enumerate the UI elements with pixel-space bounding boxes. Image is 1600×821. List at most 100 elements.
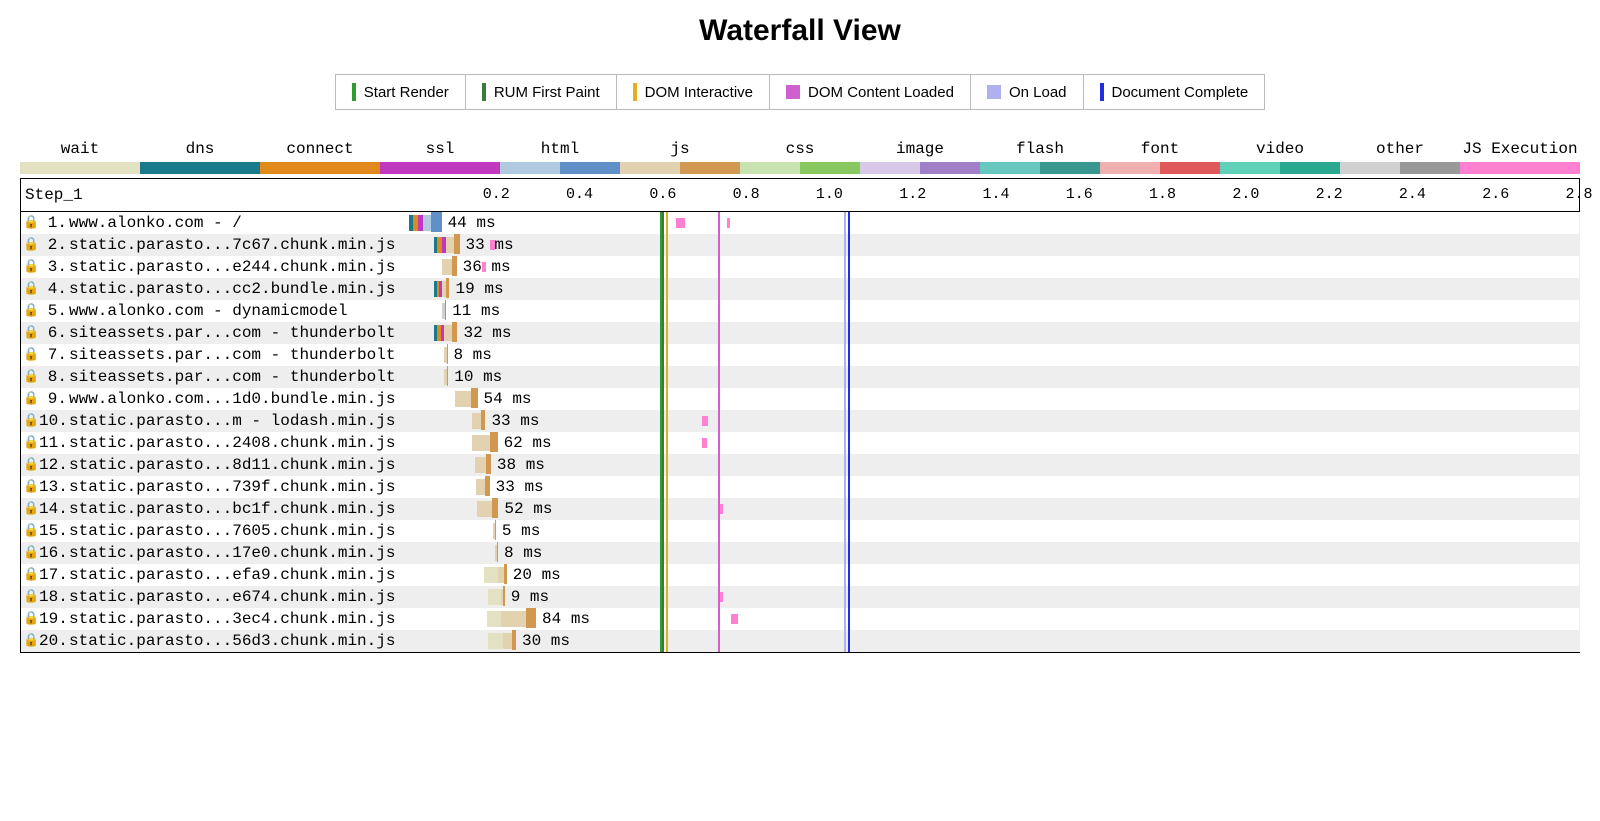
waterfall-row[interactable]: 🔒7. siteassets.par...com - thunderbolt8 … — [21, 344, 1579, 366]
axis-tick: 0.6 — [649, 179, 676, 211]
axis-tick: 0.8 — [733, 179, 760, 211]
mime-legend-swatch — [740, 162, 860, 174]
event-legend-on-load: On Load — [970, 75, 1083, 109]
request-timing-cell: 84 ms — [409, 608, 1579, 630]
request-label: static.parasto...cc2.bundle.min.js — [69, 278, 395, 300]
request-timing-cell: 44 ms — [409, 212, 1579, 234]
timing-segment — [501, 611, 526, 627]
request-label-cell: 🔒1. www.alonko.com - / — [21, 212, 409, 234]
duration-label: 30 ms — [522, 630, 570, 652]
waterfall-row[interactable]: 🔒8. siteassets.par...com - thunderbolt10… — [21, 366, 1579, 388]
lock-icon: 🔒 — [23, 234, 37, 256]
waterfall-row[interactable]: 🔒4. static.parasto...cc2.bundle.min.js19… — [21, 278, 1579, 300]
timing-bar — [477, 501, 499, 517]
timing-segment — [446, 237, 454, 253]
waterfall-row[interactable]: 🔒11. static.parasto...2408.chunk.min.js6… — [21, 432, 1579, 454]
timing-segment — [526, 608, 536, 628]
request-number: 4. — [39, 278, 67, 300]
waterfall-row[interactable]: 🔒16. static.parasto...17e0.chunk.min.js8… — [21, 542, 1579, 564]
timing-bar — [442, 259, 457, 275]
request-label-cell: 🔒3. static.parasto...e244.chunk.min.js — [21, 256, 409, 278]
event-legend-dom-content-loaded: DOM Content Loaded — [769, 75, 970, 109]
mime-legend-connect: connect — [260, 140, 380, 174]
request-label: static.parasto...bc1f.chunk.min.js — [69, 498, 395, 520]
mime-legend-flash: flash — [980, 140, 1100, 174]
mime-legend-js: js — [620, 140, 740, 174]
request-timing-cell: 9 ms — [409, 586, 1579, 608]
timing-segment — [446, 278, 450, 298]
timing-segment — [476, 479, 485, 495]
timing-segment — [512, 630, 516, 650]
waterfall-row[interactable]: 🔒5. www.alonko.com - dynamicmodel11 ms — [21, 300, 1579, 322]
axis-tick: 1.2 — [899, 179, 926, 211]
request-label-cell: 🔒17. static.parasto...efa9.chunk.min.js — [21, 564, 409, 586]
mime-legend-swatch — [500, 162, 620, 174]
timing-segment — [471, 388, 478, 408]
legend-label: RUM First Paint — [494, 84, 600, 101]
waterfall-row[interactable]: 🔒9. www.alonko.com...1d0.bundle.min.js54… — [21, 388, 1579, 410]
waterfall-row[interactable]: 🔒13. static.parasto...739f.chunk.min.js3… — [21, 476, 1579, 498]
request-number: 1. — [39, 212, 67, 234]
duration-label: 9 ms — [511, 586, 549, 608]
lock-icon: 🔒 — [23, 388, 37, 410]
duration-label: 52 ms — [504, 498, 552, 520]
event-legend-start-render: Start Render — [336, 75, 465, 109]
timing-bar — [455, 391, 478, 407]
request-label: static.parasto...56d3.chunk.min.js — [69, 630, 395, 652]
request-label-cell: 🔒4. static.parasto...cc2.bundle.min.js — [21, 278, 409, 300]
request-number: 11. — [39, 432, 67, 454]
request-number: 3. — [39, 256, 67, 278]
request-number: 18. — [39, 586, 67, 608]
waterfall-row[interactable]: 🔒15. static.parasto...7605.chunk.min.js5… — [21, 520, 1579, 542]
request-number: 6. — [39, 322, 67, 344]
lock-icon: 🔒 — [23, 322, 37, 344]
request-label: www.alonko.com - / — [69, 212, 242, 234]
timing-segment — [488, 589, 501, 605]
timing-bar — [475, 457, 491, 473]
request-label: static.parasto...7c67.chunk.min.js — [69, 234, 395, 256]
request-number: 2. — [39, 234, 67, 256]
axis-tick: 2.4 — [1399, 179, 1426, 211]
waterfall-row[interactable]: 🔒17. static.parasto...efa9.chunk.min.js2… — [21, 564, 1579, 586]
step-label: Step_1 — [21, 179, 413, 211]
waterfall-row[interactable]: 🔒1. www.alonko.com - /44 ms — [21, 212, 1579, 234]
waterfall-chart: Step_1 0.20.40.60.81.01.21.41.61.82.02.2… — [20, 178, 1580, 653]
timing-segment — [497, 542, 498, 562]
waterfall-row[interactable]: 🔒18. static.parasto...e674.chunk.min.js9… — [21, 586, 1579, 608]
mime-legend-swatch — [620, 162, 740, 174]
timing-segment — [444, 325, 452, 341]
lock-icon: 🔒 — [23, 366, 37, 388]
timing-segment — [503, 586, 504, 606]
waterfall-row[interactable]: 🔒19. static.parasto...3ec4.chunk.min.js8… — [21, 608, 1579, 630]
mime-legend-swatch — [1460, 162, 1580, 174]
waterfall-row[interactable]: 🔒2. static.parasto...7c67.chunk.min.js33… — [21, 234, 1579, 256]
axis-tick: 2.0 — [1232, 179, 1259, 211]
duration-label: 62 ms — [504, 432, 552, 454]
waterfall-row[interactable]: 🔒3. static.parasto...e244.chunk.min.js36… — [21, 256, 1579, 278]
request-number: 13. — [39, 476, 67, 498]
legend-swatch — [633, 83, 637, 101]
request-label-cell: 🔒8. siteassets.par...com - thunderbolt — [21, 366, 409, 388]
waterfall-row[interactable]: 🔒10. static.parasto...m - lodash.min.js3… — [21, 410, 1579, 432]
lock-icon: 🔒 — [23, 256, 37, 278]
mime-legend-swatch — [260, 162, 380, 174]
duration-label: 33 ms — [496, 476, 544, 498]
waterfall-row[interactable]: 🔒6. siteassets.par...com - thunderbolt32… — [21, 322, 1579, 344]
request-timing-cell: 11 ms — [409, 300, 1579, 322]
waterfall-row[interactable]: 🔒14. static.parasto...bc1f.chunk.min.js5… — [21, 498, 1579, 520]
request-timing-cell: 32 ms — [409, 322, 1579, 344]
timing-bar — [493, 523, 496, 539]
mime-legend-css: css — [740, 140, 860, 174]
timing-bar — [472, 435, 498, 451]
mime-legend-video: video — [1220, 140, 1340, 174]
timing-segment — [481, 410, 486, 430]
axis-tick: 2.2 — [1316, 179, 1343, 211]
timing-segment — [447, 344, 448, 364]
waterfall-row[interactable]: 🔒20. static.parasto...56d3.chunk.min.js3… — [21, 630, 1579, 652]
lock-icon: 🔒 — [23, 476, 37, 498]
timing-bar — [495, 545, 498, 561]
timing-segment — [477, 501, 492, 517]
legend-label: On Load — [1009, 84, 1067, 101]
axis-tick: 2.8 — [1565, 179, 1592, 211]
waterfall-row[interactable]: 🔒12. static.parasto...8d11.chunk.min.js3… — [21, 454, 1579, 476]
